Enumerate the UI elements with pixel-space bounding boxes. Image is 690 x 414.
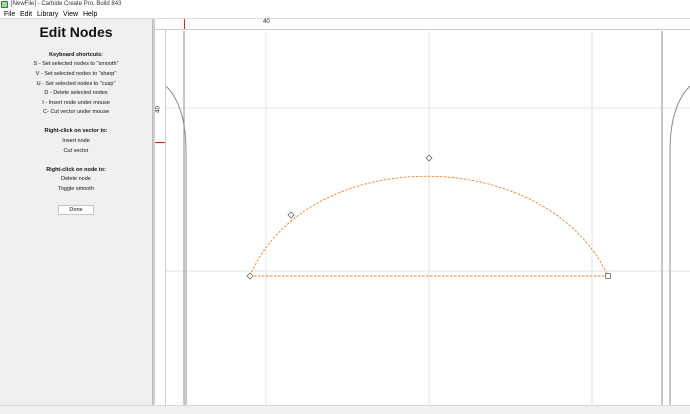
- menu-library[interactable]: Library: [37, 10, 58, 19]
- title-bar: [NewFile] - Carbide Create Pro. Build 84…: [0, 0, 690, 10]
- horizontal-ruler-cursor-marker: [184, 19, 185, 29]
- vector-action-line: Insert node: [62, 138, 90, 144]
- vertical-ruler-cursor-marker: [155, 142, 165, 143]
- canvas-drawing: [166, 31, 690, 405]
- app-icon: [1, 1, 8, 8]
- done-button[interactable]: Done: [58, 205, 94, 215]
- vector-action-line: Cut vector: [63, 148, 89, 154]
- node-actions-heading: Right-click on node to:: [46, 167, 106, 173]
- shortcut-line: V - Set selected nodes to "sharp": [35, 71, 117, 77]
- stock-corner-left: [166, 85, 187, 405]
- horizontal-ruler: [155, 19, 690, 30]
- vector-actions-heading: Right-click on vector to:: [44, 128, 108, 134]
- node-action-line: Delete node: [61, 176, 91, 182]
- design-canvas[interactable]: [166, 31, 690, 405]
- panel-title: Edit Nodes: [39, 24, 113, 40]
- vector-node[interactable]: [246, 272, 254, 280]
- menu-help[interactable]: Help: [83, 10, 97, 19]
- menu-view[interactable]: View: [63, 10, 78, 19]
- horizontal-ruler-label: 40: [263, 19, 270, 25]
- window-title: [NewFile] - Carbide Create Pro. Build 84…: [11, 1, 122, 7]
- shortcut-line: S - Set selected nodes to "smooth": [33, 61, 119, 67]
- vertical-ruler-label: 40: [155, 106, 162, 113]
- vector-node[interactable]: [605, 273, 611, 279]
- edit-nodes-panel: Edit Nodes Keyboard shortcuts: S - Set s…: [0, 19, 152, 405]
- menu-bar: File Edit Library View Help: [0, 10, 690, 19]
- shortcut-line: C- Cut vector under mouse: [42, 109, 110, 115]
- node-action-line: Toggle smooth: [58, 186, 94, 192]
- shortcut-line: I - Insert node under mouse: [42, 100, 110, 106]
- vector-node[interactable]: [287, 211, 295, 219]
- menu-edit[interactable]: Edit: [20, 10, 32, 19]
- shortcut-line: D - Delete selected nodes: [44, 90, 108, 96]
- menu-file[interactable]: File: [4, 10, 15, 19]
- vertical-ruler: [155, 30, 166, 405]
- shortcut-line: U - Set selected nodes to "cusp": [36, 81, 116, 87]
- vector-node[interactable]: [425, 154, 433, 162]
- stock-corner-right: [669, 85, 690, 405]
- keyboard-shortcuts-heading: Keyboard shortcuts:: [49, 52, 103, 58]
- status-strip: [0, 405, 690, 414]
